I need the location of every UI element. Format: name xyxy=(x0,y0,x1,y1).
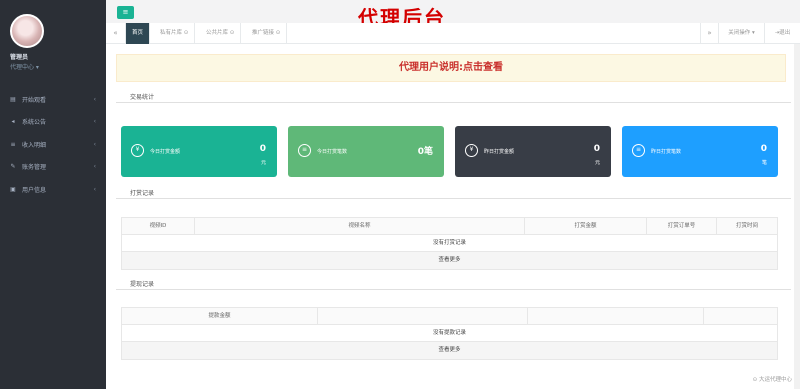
column-header xyxy=(528,308,704,324)
column-header: 打赏订单号 xyxy=(647,218,717,234)
sidebar-item-income[interactable]: ≡ 收入明细 ‹ xyxy=(0,133,106,156)
sidebar-item-label: 收入明细 xyxy=(22,141,47,149)
chevron-left-icon: ‹ xyxy=(93,163,96,171)
section-title-withdraw-records: 提现记录 xyxy=(130,281,155,288)
stat-label: 今日打赏笔数 xyxy=(317,149,348,155)
reward-table: 视频ID 视频名称 打赏金额 打赏订单号 打赏时间 没有打赏记录 查看更多 xyxy=(121,217,778,270)
stat-card-today-amount: ¥ 今日打赏金额 0 元 xyxy=(121,126,277,177)
yen-icon: ¥ xyxy=(465,144,478,157)
stat-unit: 笔 xyxy=(761,160,767,166)
column-header: 视频名称 xyxy=(195,218,525,234)
yen-icon: ¥ xyxy=(131,144,144,157)
column-header xyxy=(318,308,528,324)
sidebar: 管理员 代理中心 ▾ ▤ 开始观看 ‹ ◂ 系统公告 ‹ ≡ 收入明细 ‹ ✎ … xyxy=(0,0,106,389)
file-icon: ▤ xyxy=(10,95,16,103)
chevron-left-icon: ‹ xyxy=(93,118,96,126)
stat-card-yesterday-count: ≡ 昨日打赏笔数 0 笔 xyxy=(622,126,778,177)
hamburger-icon[interactable]: ≡ xyxy=(117,6,134,19)
list-icon: ≡ xyxy=(10,140,16,148)
empty-row: 没有提款记录 xyxy=(122,325,777,342)
edit-icon: ✎ xyxy=(10,163,16,171)
avatar[interactable] xyxy=(10,14,44,48)
user-icon: ▣ xyxy=(10,185,16,193)
divider xyxy=(116,198,791,199)
sidebar-menu: ▤ 开始观看 ‹ ◂ 系统公告 ‹ ≡ 收入明细 ‹ ✎ 账务管理 ‹ ▣ 用户… xyxy=(0,88,106,201)
stat-label: 昨日打赏金额 xyxy=(484,149,515,155)
sidebar-item-start[interactable]: ▤ 开始观看 ‹ xyxy=(0,88,106,111)
sidebar-item-label: 账务管理 xyxy=(22,164,47,172)
list-icon: ≡ xyxy=(298,144,311,157)
chevron-left-icon: ‹ xyxy=(93,185,96,193)
bullhorn-icon: ◂ xyxy=(11,118,15,126)
divider xyxy=(116,289,791,290)
tab-home[interactable]: 首页 xyxy=(126,23,151,44)
sidebar-item-announcement[interactable]: ◂ 系统公告 ‹ xyxy=(0,111,106,134)
username[interactable]: 管理员 xyxy=(10,52,28,61)
column-header xyxy=(704,308,777,324)
tab-promo-link[interactable]: 推广链接 ⊙ xyxy=(246,23,288,44)
tab-private-library[interactable]: 私有片库 ⊙ xyxy=(154,23,196,44)
close-operations-dropdown[interactable]: 关闭操作 ▾ xyxy=(718,23,764,44)
column-header: 视频ID xyxy=(122,218,195,234)
stat-unit: 元 xyxy=(260,160,266,166)
main-content: 代理用户说明:点击查看 交易统计 ¥ 今日打赏金额 0 元 ≡ 今日打赏笔数 0… xyxy=(106,44,800,389)
stat-value: 0 xyxy=(760,144,767,154)
footer-link[interactable]: ⊙ 大运代理中心 xyxy=(753,375,792,383)
role-dropdown[interactable]: 代理中心 ▾ xyxy=(10,62,39,71)
tab-scroll-right-icon[interactable]: » xyxy=(700,23,718,44)
stat-unit: 元 xyxy=(594,160,600,166)
view-more-link[interactable]: 查看更多 xyxy=(122,252,777,269)
column-header: 提款金额 xyxy=(122,308,318,324)
logout-button[interactable]: ⇥退出 xyxy=(764,23,800,44)
stat-label: 今日打赏金额 xyxy=(150,149,181,155)
stat-value: 0笔 xyxy=(417,147,433,157)
table-header: 视频ID 视频名称 打赏金额 打赏订单号 打赏时间 xyxy=(122,218,777,235)
section-title-trade-stats: 交易统计 xyxy=(130,94,155,101)
empty-row: 没有打赏记录 xyxy=(122,235,777,252)
column-header: 打赏时间 xyxy=(735,223,758,229)
scrollbar[interactable] xyxy=(794,44,800,389)
profile: 管理员 代理中心 ▾ xyxy=(0,0,106,80)
tabs-bar: « 首页 私有片库 ⊙ 公共片库 ⊙ 推广链接 ⊙ » 关闭操作 ▾ ⇥退出 xyxy=(106,23,800,44)
stat-label: 昨日打赏笔数 xyxy=(651,149,682,155)
sidebar-item-label: 开始观看 xyxy=(22,96,47,104)
view-more-link[interactable]: 查看更多 xyxy=(122,342,777,359)
list-icon: ≡ xyxy=(632,144,645,157)
sidebar-item-finance[interactable]: ✎ 账务管理 ‹ xyxy=(0,156,106,179)
stat-value: 0 xyxy=(259,144,266,154)
column-header: 打赏金额 xyxy=(525,218,647,234)
sidebar-item-label: 系统公告 xyxy=(22,119,47,127)
sidebar-item-label: 用户信息 xyxy=(22,186,47,194)
tab-scroll-left-icon[interactable]: « xyxy=(106,23,126,44)
chevron-left-icon: ‹ xyxy=(93,140,96,148)
stat-card-yesterday-amount: ¥ 昨日打赏金额 0 元 xyxy=(455,126,611,177)
table-header: 提款金额 xyxy=(122,308,777,325)
notice-banner[interactable]: 代理用户说明:点击查看 xyxy=(116,54,786,82)
stat-value: 0 xyxy=(593,144,600,154)
stat-card-today-count: ≡ 今日打赏笔数 0笔 xyxy=(288,126,444,177)
tab-public-library[interactable]: 公共片库 ⊙ xyxy=(200,23,242,44)
section-title-reward-records: 打赏记录 xyxy=(130,190,155,197)
sidebar-item-user[interactable]: ▣ 用户信息 ‹ xyxy=(0,178,106,201)
withdraw-table: 提款金额 没有提款记录 查看更多 xyxy=(121,307,778,360)
divider xyxy=(116,102,791,103)
chevron-left-icon: ‹ xyxy=(93,95,96,103)
topbar: ≡ 代理后台 xyxy=(106,0,800,30)
